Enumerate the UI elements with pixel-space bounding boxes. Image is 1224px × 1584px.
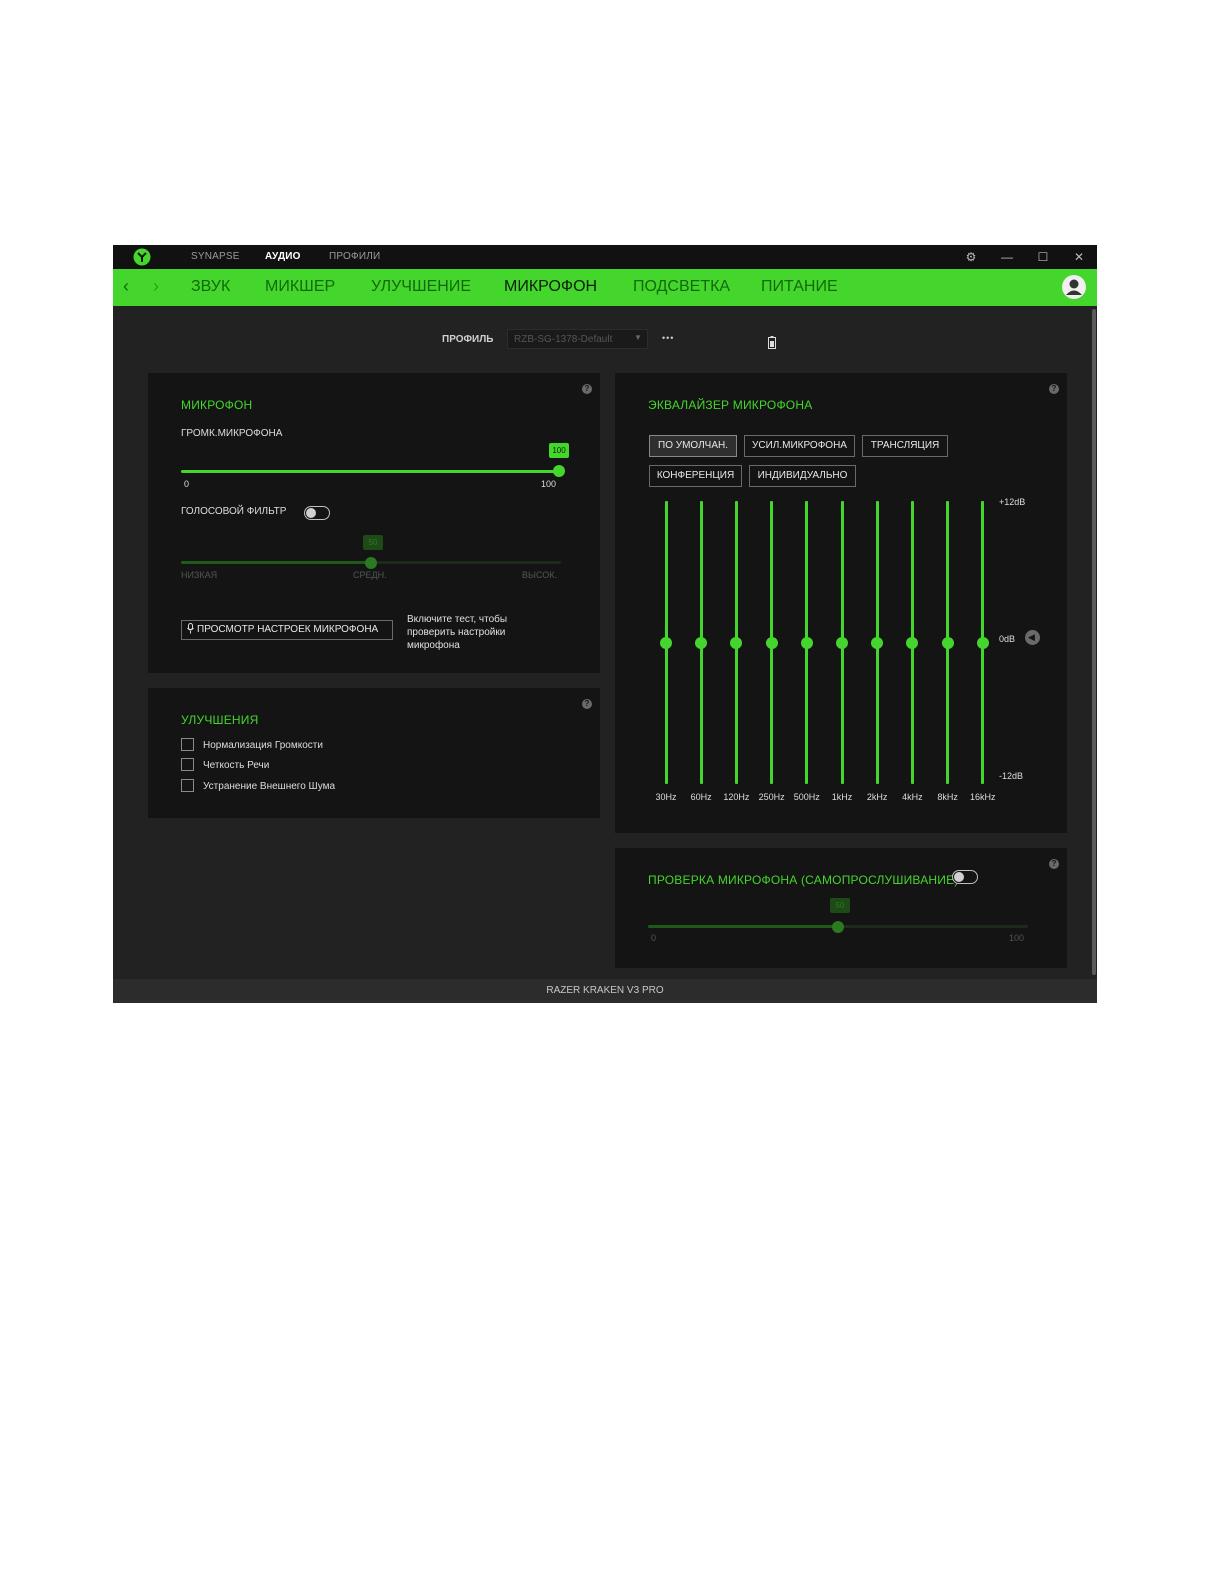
voice-filter-fill xyxy=(181,561,371,564)
profile-label: ПРОФИЛЬ xyxy=(442,334,494,345)
mic-volume-min: 0 xyxy=(184,479,190,489)
mic-test-button[interactable]: ПРОСМОТР НАСТРОЕК МИКРОФОНА xyxy=(181,620,393,640)
sidetone-knob[interactable] xyxy=(832,921,844,933)
preset-custom-button[interactable]: ИНДИВИДУАЛЬНО xyxy=(749,465,856,487)
equalizer-title: ЭКВАЛАЙЗЕР МИКРОФОНА xyxy=(648,398,813,412)
volume-normalization-label: Нормализация Громкости xyxy=(203,740,323,751)
sidetone-value-badge: 50 xyxy=(830,898,850,913)
top-tab-profiles[interactable]: ПРОФИЛИ xyxy=(329,251,380,262)
forward-arrow-icon[interactable]: › xyxy=(153,276,159,297)
mic-volume-slider[interactable] xyxy=(181,470,559,473)
checkbox-voice-clarity[interactable] xyxy=(181,758,194,771)
filter-low-label: НИЗКАЯ xyxy=(181,570,218,580)
help-icon[interactable]: ? xyxy=(582,384,592,394)
help-icon[interactable]: ? xyxy=(582,699,592,709)
voice-filter-knob[interactable] xyxy=(365,557,377,569)
eq-band-knob[interactable] xyxy=(941,636,954,649)
tab-enhancement[interactable]: УЛУЧШЕНИЕ xyxy=(371,278,471,296)
chevron-down-icon: ▼ xyxy=(634,333,642,342)
mic-volume-knob[interactable] xyxy=(553,465,565,477)
battery-icon xyxy=(768,336,776,349)
footer-bar: RAZER KRAKEN V3 PRO xyxy=(113,979,1097,1003)
settings-gear-icon[interactable]: ⚙ xyxy=(961,248,981,266)
sidetone-title: ПРОВЕРКА МИКРОФОНА (САМОПРОСЛУШИВАНИЕ) xyxy=(648,873,959,887)
top-tab-synapse[interactable]: SYNAPSE xyxy=(191,251,240,262)
eq-band-label: 30Hz xyxy=(655,792,677,802)
tab-mixer[interactable]: МИКШЕР xyxy=(265,278,335,296)
eq-band-knob[interactable] xyxy=(976,636,989,649)
preset-mic-boost-button[interactable]: УСИЛ.МИКРОФОНА xyxy=(744,435,855,457)
minimize-icon[interactable]: — xyxy=(997,248,1017,266)
noise-cancellation-label: Устранение Внешнего Шума xyxy=(203,781,336,792)
eq-band-label: 120Hz xyxy=(723,792,750,802)
razer-logo-icon xyxy=(133,248,151,266)
mic-volume-label: ГРОМК.МИКРОФОНА xyxy=(181,428,283,439)
filter-high-label: ВЫСОК. xyxy=(522,570,558,580)
tab-microphone[interactable]: МИКРОФОН xyxy=(504,278,597,296)
synapse-window: SYNAPSE АУДИО ПРОФИЛИ ⚙ — ☐ ✕ ‹ › ЗВУК М… xyxy=(113,245,1097,1003)
microphone-title: МИКРОФОН xyxy=(181,398,253,412)
microphone-icon xyxy=(187,623,194,634)
tab-lighting[interactable]: ПОДСВЕТКА xyxy=(633,278,730,296)
enhancements-title: УЛУЧШЕНИЯ xyxy=(181,713,259,727)
scrollbar[interactable] xyxy=(1092,309,1096,975)
filter-mid-label: СРЕДН. xyxy=(353,570,387,580)
mic-volume-value-badge: 100 xyxy=(549,443,569,458)
profile-select[interactable]: RZB-SG-1378-Default ▼ xyxy=(507,329,648,349)
preset-conference-button[interactable]: КОНФЕРЕНЦИЯ xyxy=(649,465,742,487)
sidetone-max: 100 xyxy=(1009,933,1025,943)
eq-band-knob[interactable] xyxy=(906,636,919,649)
voice-filter-toggle[interactable] xyxy=(304,506,330,520)
eq-band-label: 1kHz xyxy=(831,792,853,802)
equalizer-sliders: 30Hz 60Hz 120Hz 250Hz 500Hz 1kHz 2kHz 4kHz 8kHz 1… xyxy=(615,501,1067,802)
mic-test-button-label: ПРОСМОТР НАСТРОЕК МИКРОФОНА xyxy=(197,624,379,635)
back-arrow-icon[interactable]: ‹ xyxy=(123,276,129,297)
tab-sound[interactable]: ЗВУК xyxy=(191,278,230,296)
voice-clarity-label: Четкость Речи xyxy=(203,760,270,771)
eq-band-knob[interactable] xyxy=(695,636,708,649)
maximize-icon[interactable]: ☐ xyxy=(1033,248,1053,266)
microphone-panel: ? МИКРОФОН ГРОМК.МИКРОФОНА 100 0 100 ГОЛ… xyxy=(148,373,600,673)
preset-broadcast-button[interactable]: ТРАНСЛЯЦИЯ xyxy=(862,435,948,457)
profile-more-button[interactable]: ••• xyxy=(662,333,674,343)
help-icon[interactable]: ? xyxy=(1049,384,1059,394)
enhancements-panel: ? УЛУЧШЕНИЯ Нормализация Громкости Четко… xyxy=(148,688,600,818)
mic-volume-fill xyxy=(181,470,559,473)
eq-band-label: 16kHz xyxy=(970,792,996,802)
sidetone-panel: ? ПРОВЕРКА МИКРОФОНА (САМОПРОСЛУШИВАНИЕ)… xyxy=(615,848,1067,968)
eq-band-label: 8kHz xyxy=(937,792,958,802)
sidetone-toggle[interactable] xyxy=(952,870,978,884)
eq-band-label: 60Hz xyxy=(690,792,712,802)
eq-band-knob[interactable] xyxy=(836,636,848,649)
eq-band-knob[interactable] xyxy=(765,636,778,649)
title-bar: SYNAPSE АУДИО ПРОФИЛИ ⚙ — ☐ ✕ xyxy=(113,245,1097,269)
device-name: RAZER KRAKEN V3 PRO xyxy=(546,985,664,996)
mic-volume-max: 100 xyxy=(541,479,557,489)
sidetone-min: 0 xyxy=(651,933,657,943)
checkbox-noise-cancellation[interactable] xyxy=(181,779,194,792)
eq-band-knob[interactable] xyxy=(800,636,813,649)
close-icon[interactable]: ✕ xyxy=(1069,248,1089,266)
sidetone-fill xyxy=(648,925,838,928)
user-avatar-icon[interactable] xyxy=(1061,274,1087,300)
equalizer-panel: ? ЭКВАЛАЙЗЕР МИКРОФОНА ПО УМОЛЧАН. УСИЛ.… xyxy=(615,373,1067,833)
tab-power[interactable]: ПИТАНИЕ xyxy=(761,278,838,296)
eq-band-label: 4kHz xyxy=(902,792,923,802)
eq-band-knob[interactable] xyxy=(871,636,884,649)
eq-band-label: 500Hz xyxy=(793,792,820,802)
eq-band-knob[interactable] xyxy=(730,636,743,649)
top-tab-audio[interactable]: АУДИО xyxy=(265,251,301,262)
voice-filter-label: ГОЛОСОВОЙ ФИЛЬТР xyxy=(181,506,287,517)
filter-value-badge: 50 xyxy=(363,535,383,550)
profile-select-value: RZB-SG-1378-Default xyxy=(514,334,613,345)
help-icon[interactable]: ? xyxy=(1049,859,1059,869)
eq-band-knob[interactable] xyxy=(660,636,672,649)
section-nav: ‹ › ЗВУК МИКШЕР УЛУЧШЕНИЕ МИКРОФОН ПОДСВ… xyxy=(113,269,1097,306)
preset-default-button[interactable]: ПО УМОЛЧАН. xyxy=(649,435,737,457)
eq-band-label: 2kHz xyxy=(866,792,888,802)
mic-test-hint: Включите тест, чтобы проверить настройки… xyxy=(407,614,508,651)
eq-band-label: 250Hz xyxy=(758,792,785,802)
checkbox-volume-normalization[interactable] xyxy=(181,738,194,751)
